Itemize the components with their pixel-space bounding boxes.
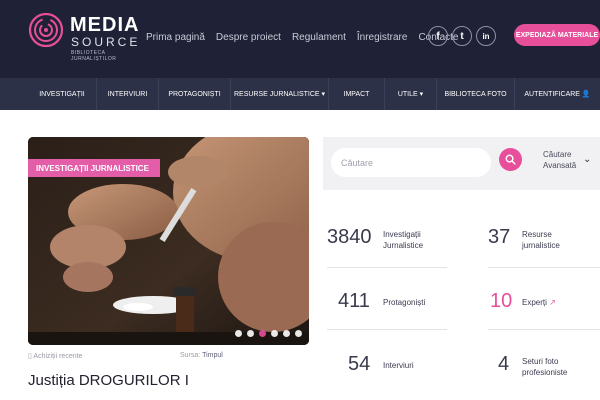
source-name[interactable]: Timpul <box>202 352 223 359</box>
article-title[interactable]: Justiția DROGURILOR I <box>28 372 189 389</box>
stat-label: Protagoniști <box>383 297 425 308</box>
facebook-icon[interactable]: f <box>428 26 448 46</box>
nav-login[interactable]: AUTENTIFICARE 👤 <box>514 78 600 110</box>
stat-label-line1: Experți <box>522 298 547 307</box>
article-source: Sursa: Timpul <box>180 352 223 359</box>
slider-dot[interactable] <box>295 330 302 337</box>
submit-materials-button[interactable]: EXPEDIAZĂ MATERIALE <box>514 24 600 46</box>
nav-interviews[interactable]: INTERVIURI <box>96 78 158 110</box>
recent-acquisitions-label: Achiziții recente <box>33 353 83 360</box>
nav-impact[interactable]: IMPACT <box>328 78 384 110</box>
brand-tagline: BIBLIOTECA JURNALIȘTILOR <box>71 50 117 62</box>
advanced-search-line1: Căutare <box>543 150 572 159</box>
twitter-icon[interactable]: t <box>452 26 472 46</box>
stat-value: 10 <box>490 290 513 312</box>
advanced-search-link[interactable]: Căutare Avansată <box>543 149 576 171</box>
recent-acquisitions[interactable]: ▯ Achiziții recente <box>28 352 82 360</box>
stat-value: 4 <box>498 353 510 375</box>
stat-value: 411 <box>338 290 370 312</box>
search-input[interactable] <box>331 148 491 177</box>
stat-label-line1: Protagoniști <box>383 298 426 307</box>
top-nav-about[interactable]: Despre proiect <box>216 32 281 43</box>
nav-investigations[interactable]: INVESTIGAȚII <box>28 78 96 110</box>
stat-label-line1: Investigații <box>383 230 421 239</box>
stat-label: Investigații Jurnalistice <box>383 229 423 251</box>
top-nav: Prima pagină Despre proiect Regulament Î… <box>146 32 469 43</box>
top-header: MEDIA SOURCE BIBLIOTECA JURNALIȘTILOR Pr… <box>0 0 600 78</box>
stat-label-line2: jurnalistice <box>522 241 560 250</box>
category-badge[interactable]: INVESTIGAȚII JURNALISTICE <box>28 159 160 177</box>
nav-journalistic-resources[interactable]: RESURSE JURNALISTICE ▾ <box>230 78 328 110</box>
top-nav-rules[interactable]: Regulament <box>292 32 346 43</box>
search-icon <box>505 154 516 165</box>
nav-useful[interactable]: UTILE ▾ <box>384 78 436 110</box>
logo-maze-icon <box>28 12 64 48</box>
stat-value: 54 <box>348 353 371 375</box>
slider-dot[interactable] <box>235 330 242 337</box>
slider-dot[interactable] <box>283 330 290 337</box>
stat-value: 3840 <box>327 226 372 248</box>
divider <box>327 267 447 268</box>
main-nav: INVESTIGAȚII INTERVIURI PROTAGONIȘTI RES… <box>0 78 600 110</box>
nav-photo-library[interactable]: BIBLIOTECA FOTO <box>436 78 514 110</box>
chevron-down-icon[interactable]: ⌄ <box>583 154 591 165</box>
slider-dot[interactable] <box>271 330 278 337</box>
top-nav-register[interactable]: Înregistrare <box>357 32 408 43</box>
brand-logo[interactable]: MEDIA SOURCE BIBLIOTECA JURNALIȘTILOR <box>28 12 138 62</box>
advanced-search-line2: Avansată <box>543 161 577 170</box>
stat-label-line2: Jurnalistice <box>383 241 424 250</box>
brand-name-line1: MEDIA <box>70 14 140 36</box>
stat-value: 37 <box>488 226 511 248</box>
search-button[interactable] <box>499 148 522 171</box>
slider-dot-active[interactable] <box>259 330 266 337</box>
linkedin-icon[interactable]: in <box>476 26 496 46</box>
divider <box>488 329 600 330</box>
nav-protagonists[interactable]: PROTAGONIȘTI <box>158 78 230 110</box>
stat-label-line1: Seturi foto <box>522 357 559 366</box>
slider-dots <box>235 330 302 337</box>
hero-slider[interactable]: INVESTIGAȚII JURNALISTICE <box>28 137 309 345</box>
stat-label: Experți ↗ <box>522 297 556 308</box>
stat-label-line1: Interviuri <box>383 361 414 370</box>
brand-name-line2: SOURCE <box>71 35 141 49</box>
divider <box>488 267 600 268</box>
stat-label: Interviuri <box>383 360 414 371</box>
divider <box>327 329 447 330</box>
stat-label: Resurse jurnalistice <box>522 229 560 251</box>
external-link-icon: ↗ <box>549 298 556 307</box>
top-nav-home[interactable]: Prima pagină <box>146 32 205 43</box>
source-prefix: Sursa: <box>180 352 201 359</box>
stat-label-line2: profesioniste <box>522 368 568 377</box>
slider-dot[interactable] <box>247 330 254 337</box>
bookmark-icon: ▯ <box>28 353 32 360</box>
stat-label-line1: Resurse <box>522 230 552 239</box>
stat-label: Seturi foto profesioniste <box>522 356 567 378</box>
